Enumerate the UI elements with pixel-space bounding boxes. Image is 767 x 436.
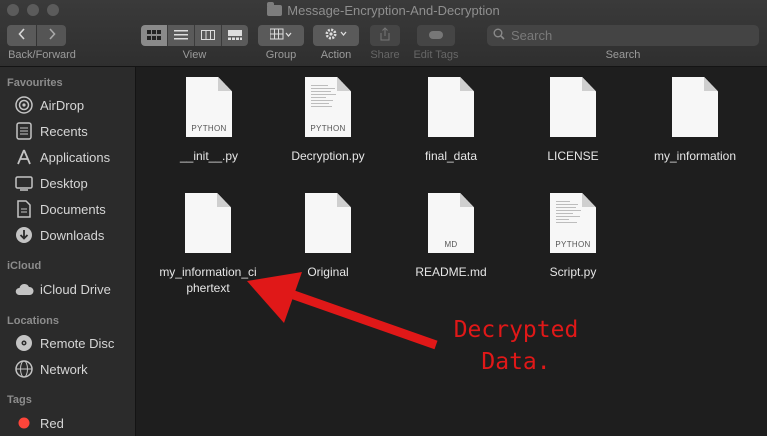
back-forward-label: Back/Forward [8, 49, 76, 61]
sidebar-item-icloud-drive[interactable]: iCloud Drive [14, 278, 134, 300]
sidebar-item-downloads[interactable]: Downloads [14, 224, 134, 246]
group-grid-icon [269, 28, 292, 43]
chevron-left-icon [17, 28, 26, 43]
sidebar-item-label: Desktop [40, 175, 88, 191]
sidebar-item-remote-disc[interactable]: Remote Disc [14, 332, 134, 354]
disc-icon [14, 334, 34, 352]
icloud-heading: iCloud [7, 260, 42, 272]
gallery-icon [228, 27, 242, 45]
view-segmented-control [141, 25, 248, 46]
list-view-button[interactable] [168, 25, 195, 46]
grid-icon [147, 27, 161, 45]
downloads-icon [14, 226, 34, 244]
annotation-text: Decrypted Data. [436, 314, 596, 378]
sidebar-item-label: Downloads [40, 227, 105, 243]
applications-icon [14, 148, 34, 166]
sidebar-item-label: AirDrop [40, 97, 85, 113]
gallery-view-button[interactable] [222, 25, 248, 46]
annotation-line: Data. [481, 349, 551, 375]
cloud-icon [14, 280, 34, 298]
sidebar-item-desktop[interactable]: Desktop [14, 172, 134, 194]
red-annotation-arrow [247, 272, 438, 350]
forward-button[interactable] [37, 25, 66, 46]
sidebar-item-label: Network [40, 361, 88, 377]
columns-icon [201, 27, 215, 45]
sidebar-item-label: iCloud Drive [40, 281, 111, 297]
tags-heading: Tags [7, 394, 32, 406]
sidebar-item-label: Documents [40, 201, 106, 217]
sidebar-item-label: Remote Disc [40, 335, 115, 351]
documents-icon [14, 200, 34, 218]
edit-tags-button[interactable] [417, 25, 455, 46]
recents-icon [14, 122, 34, 140]
sidebar-item-tag-red[interactable]: Red [14, 412, 134, 434]
airdrop-icon [14, 96, 34, 114]
edit-tags-label: Edit Tags [413, 49, 459, 61]
sidebar-item-applications[interactable]: Applications [14, 146, 134, 168]
share-icon [379, 27, 391, 44]
gear-icon [324, 27, 348, 44]
file-grid: PYTHON __init__.py PYTHON Decryption.py … [136, 67, 767, 436]
search-label: Search [605, 49, 641, 61]
search-input[interactable] [509, 27, 743, 44]
list-icon [174, 27, 188, 45]
tag-icon [427, 28, 445, 43]
action-label: Action [320, 49, 352, 61]
share-button[interactable] [370, 25, 400, 46]
locations-heading: Locations [7, 315, 59, 327]
desktop-icon [14, 174, 34, 192]
search-icon [493, 28, 505, 43]
sidebar-item-label: Applications [40, 149, 111, 165]
action-button[interactable] [313, 25, 359, 46]
sidebar-item-label: Recents [40, 123, 88, 139]
window-title: Message-Encryption-And-Decryption [0, 2, 767, 18]
sidebar-item-airdrop[interactable]: AirDrop [14, 94, 134, 116]
group-button[interactable] [258, 25, 304, 46]
window-title-text: Message-Encryption-And-Decryption [287, 3, 500, 18]
network-icon [14, 360, 34, 378]
sidebar-item-documents[interactable]: Documents [14, 198, 134, 220]
folder-icon [267, 2, 283, 16]
column-view-button[interactable] [195, 25, 222, 46]
sidebar: Favourites AirDrop Recents Applications … [0, 67, 136, 436]
chevron-right-icon [48, 28, 56, 43]
annotation-line: Decrypted [453, 317, 579, 343]
icon-view-button[interactable] [141, 25, 168, 46]
sidebar-item-recents[interactable]: Recents [14, 120, 134, 142]
red-tag-dot-icon [14, 414, 34, 432]
view-label: View [182, 49, 207, 61]
search-field[interactable] [487, 25, 759, 46]
favourites-heading: Favourites [7, 77, 63, 89]
toolbar: Message-Encryption-And-Decryption Back/F… [0, 0, 767, 67]
sidebar-item-label: Red [40, 415, 64, 431]
share-label: Share [370, 49, 400, 61]
group-label: Group [265, 49, 297, 61]
back-button[interactable] [7, 25, 36, 46]
sidebar-item-network[interactable]: Network [14, 358, 134, 380]
